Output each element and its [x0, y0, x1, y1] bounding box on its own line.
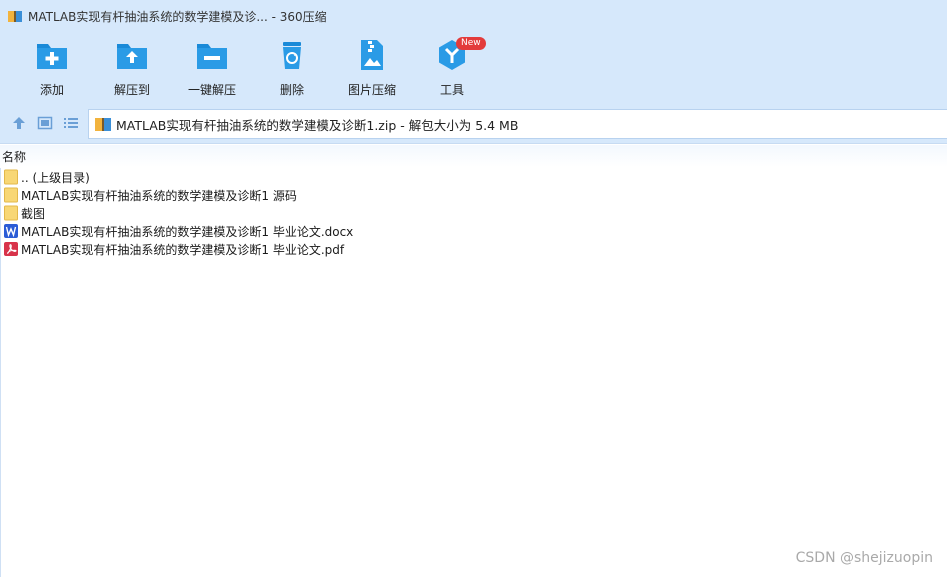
list-item-name: 截图	[21, 206, 46, 221]
image-compress-button[interactable]: 图片压缩	[340, 38, 404, 100]
archive-app-icon	[8, 11, 22, 22]
file-list: .. (上级目录) MATLAB实现有杆抽油系统的数学建模及诊断1 源码 截图 …	[0, 168, 947, 258]
image-compress-label: 图片压缩	[347, 83, 396, 97]
one-click-extract-button[interactable]: 一键解压	[180, 38, 244, 100]
up-level-button[interactable]	[10, 114, 28, 132]
extract-to-label: 解压到	[113, 83, 150, 97]
list-item-screenshots-folder[interactable]: 截图	[0, 204, 947, 222]
folder-icon	[4, 205, 18, 221]
image-compress-icon	[361, 40, 383, 70]
extract-folder-icon	[117, 44, 147, 69]
list-item-pdf[interactable]: MATLAB实现有杆抽油系统的数学建模及诊断1 毕业论文.pdf	[0, 240, 947, 258]
arrow-up-icon	[13, 117, 25, 129]
folder-icon	[4, 169, 18, 185]
toolbar: 添加 解压到 一键解压 删除 图片压缩 New 工具	[0, 32, 947, 104]
thumbnail-view-icon	[37, 116, 53, 130]
tools-label: 工具	[439, 83, 464, 97]
path-field[interactable]: MATLAB实现有杆抽油系统的数学建模及诊断1.zip - 解包大小为 5.4 …	[88, 109, 947, 139]
word-doc-icon	[4, 224, 18, 238]
column-name-header[interactable]: 名称	[2, 148, 26, 165]
add-label: 添加	[39, 83, 64, 97]
list-item-name: MATLAB实现有杆抽油系统的数学建模及诊断1 源码	[21, 188, 297, 203]
path-text: MATLAB实现有杆抽油系统的数学建模及诊断1.zip - 解包大小为 5.4 …	[116, 117, 519, 133]
zip-archive-icon	[95, 118, 111, 131]
folder-icon	[4, 187, 18, 203]
list-view-icon	[64, 118, 78, 128]
list-item-parent-dir[interactable]: .. (上级目录)	[0, 168, 947, 186]
navigation-bar: MATLAB实现有杆抽油系统的数学建模及诊断1.zip - 解包大小为 5.4 …	[0, 104, 947, 144]
delete-label: 删除	[279, 83, 304, 97]
list-item-name: MATLAB实现有杆抽油系统的数学建模及诊断1 毕业论文.pdf	[21, 242, 345, 257]
list-view-button[interactable]	[62, 114, 80, 132]
list-item-source-folder[interactable]: MATLAB实现有杆抽油系统的数学建模及诊断1 源码	[0, 186, 947, 204]
tools-button[interactable]: New 工具	[420, 37, 486, 100]
one-click-extract-icon	[197, 44, 227, 69]
list-item-name: .. (上级目录)	[21, 170, 90, 185]
column-header: 名称	[0, 145, 947, 167]
delete-button[interactable]: 删除	[260, 38, 324, 100]
add-button[interactable]: 添加	[20, 38, 84, 100]
list-item-name: MATLAB实现有杆抽油系统的数学建模及诊断1 毕业论文.docx	[21, 224, 354, 239]
new-badge: New	[456, 37, 486, 50]
list-item-docx[interactable]: MATLAB实现有杆抽油系统的数学建模及诊断1 毕业论文.docx	[0, 222, 947, 240]
window-title: MATLAB实现有杆抽油系统的数学建模及诊... - 360压缩	[28, 9, 327, 24]
pdf-icon	[4, 242, 18, 256]
thumbnail-view-button[interactable]	[36, 114, 54, 132]
watermark: CSDN @shejizuopin	[795, 550, 933, 566]
title-bar: MATLAB实现有杆抽油系统的数学建模及诊... - 360压缩	[0, 0, 947, 32]
recycle-bin-icon	[283, 42, 301, 69]
extract-to-button[interactable]: 解压到	[100, 38, 164, 100]
one-click-extract-label: 一键解压	[187, 83, 236, 97]
add-file-icon	[37, 44, 67, 69]
